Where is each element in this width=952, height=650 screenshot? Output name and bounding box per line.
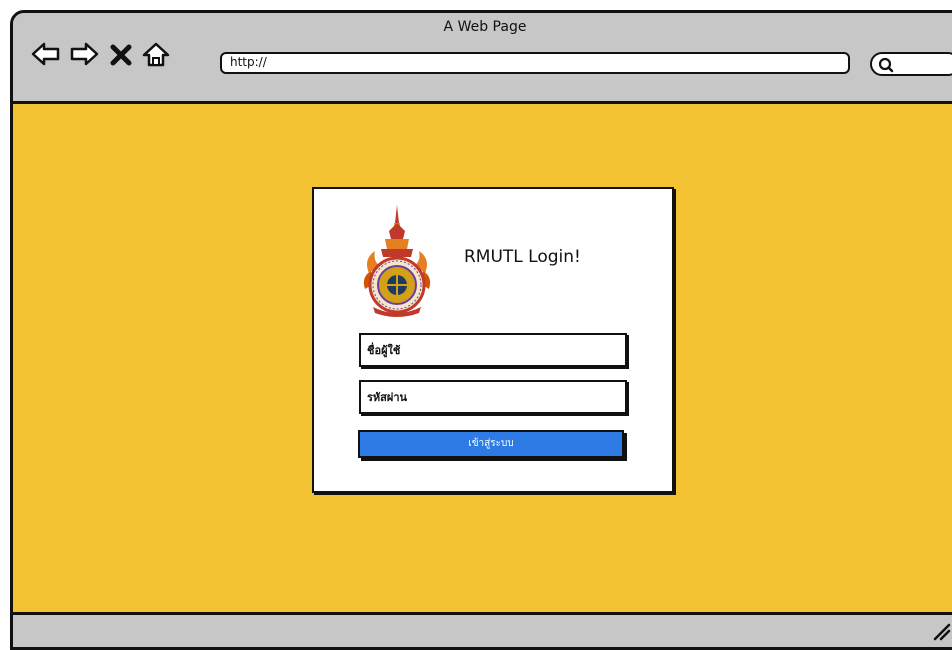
page-content: RMUTL Login! เข้าสู่ระบบ <box>13 104 952 612</box>
login-title: RMUTL Login! <box>464 247 581 267</box>
window-title: A Web Page <box>443 19 527 35</box>
forward-arrow-icon[interactable] <box>69 41 99 67</box>
browser-window: A Web Page http:// RMUTL Login! ชื่อผู้ใ… <box>10 10 952 650</box>
url-input[interactable]: http:// <box>220 52 850 74</box>
back-arrow-icon[interactable] <box>31 41 61 67</box>
username-input[interactable] <box>361 335 625 365</box>
status-bar <box>13 612 952 647</box>
password-input[interactable] <box>361 382 625 412</box>
username-field[interactable] <box>359 333 627 367</box>
home-icon[interactable] <box>141 41 171 67</box>
password-field[interactable] <box>359 380 627 414</box>
login-button[interactable]: เข้าสู่ระบบ <box>358 430 624 458</box>
stop-icon[interactable] <box>109 41 133 67</box>
login-card: RMUTL Login! เข้าสู่ระบบ <box>312 187 674 493</box>
university-emblem <box>363 205 431 317</box>
resize-grip-icon[interactable] <box>931 621 951 641</box>
browser-toolbar: A Web Page http:// <box>13 13 952 104</box>
search-input[interactable] <box>870 52 952 76</box>
search-icon <box>878 57 894 73</box>
